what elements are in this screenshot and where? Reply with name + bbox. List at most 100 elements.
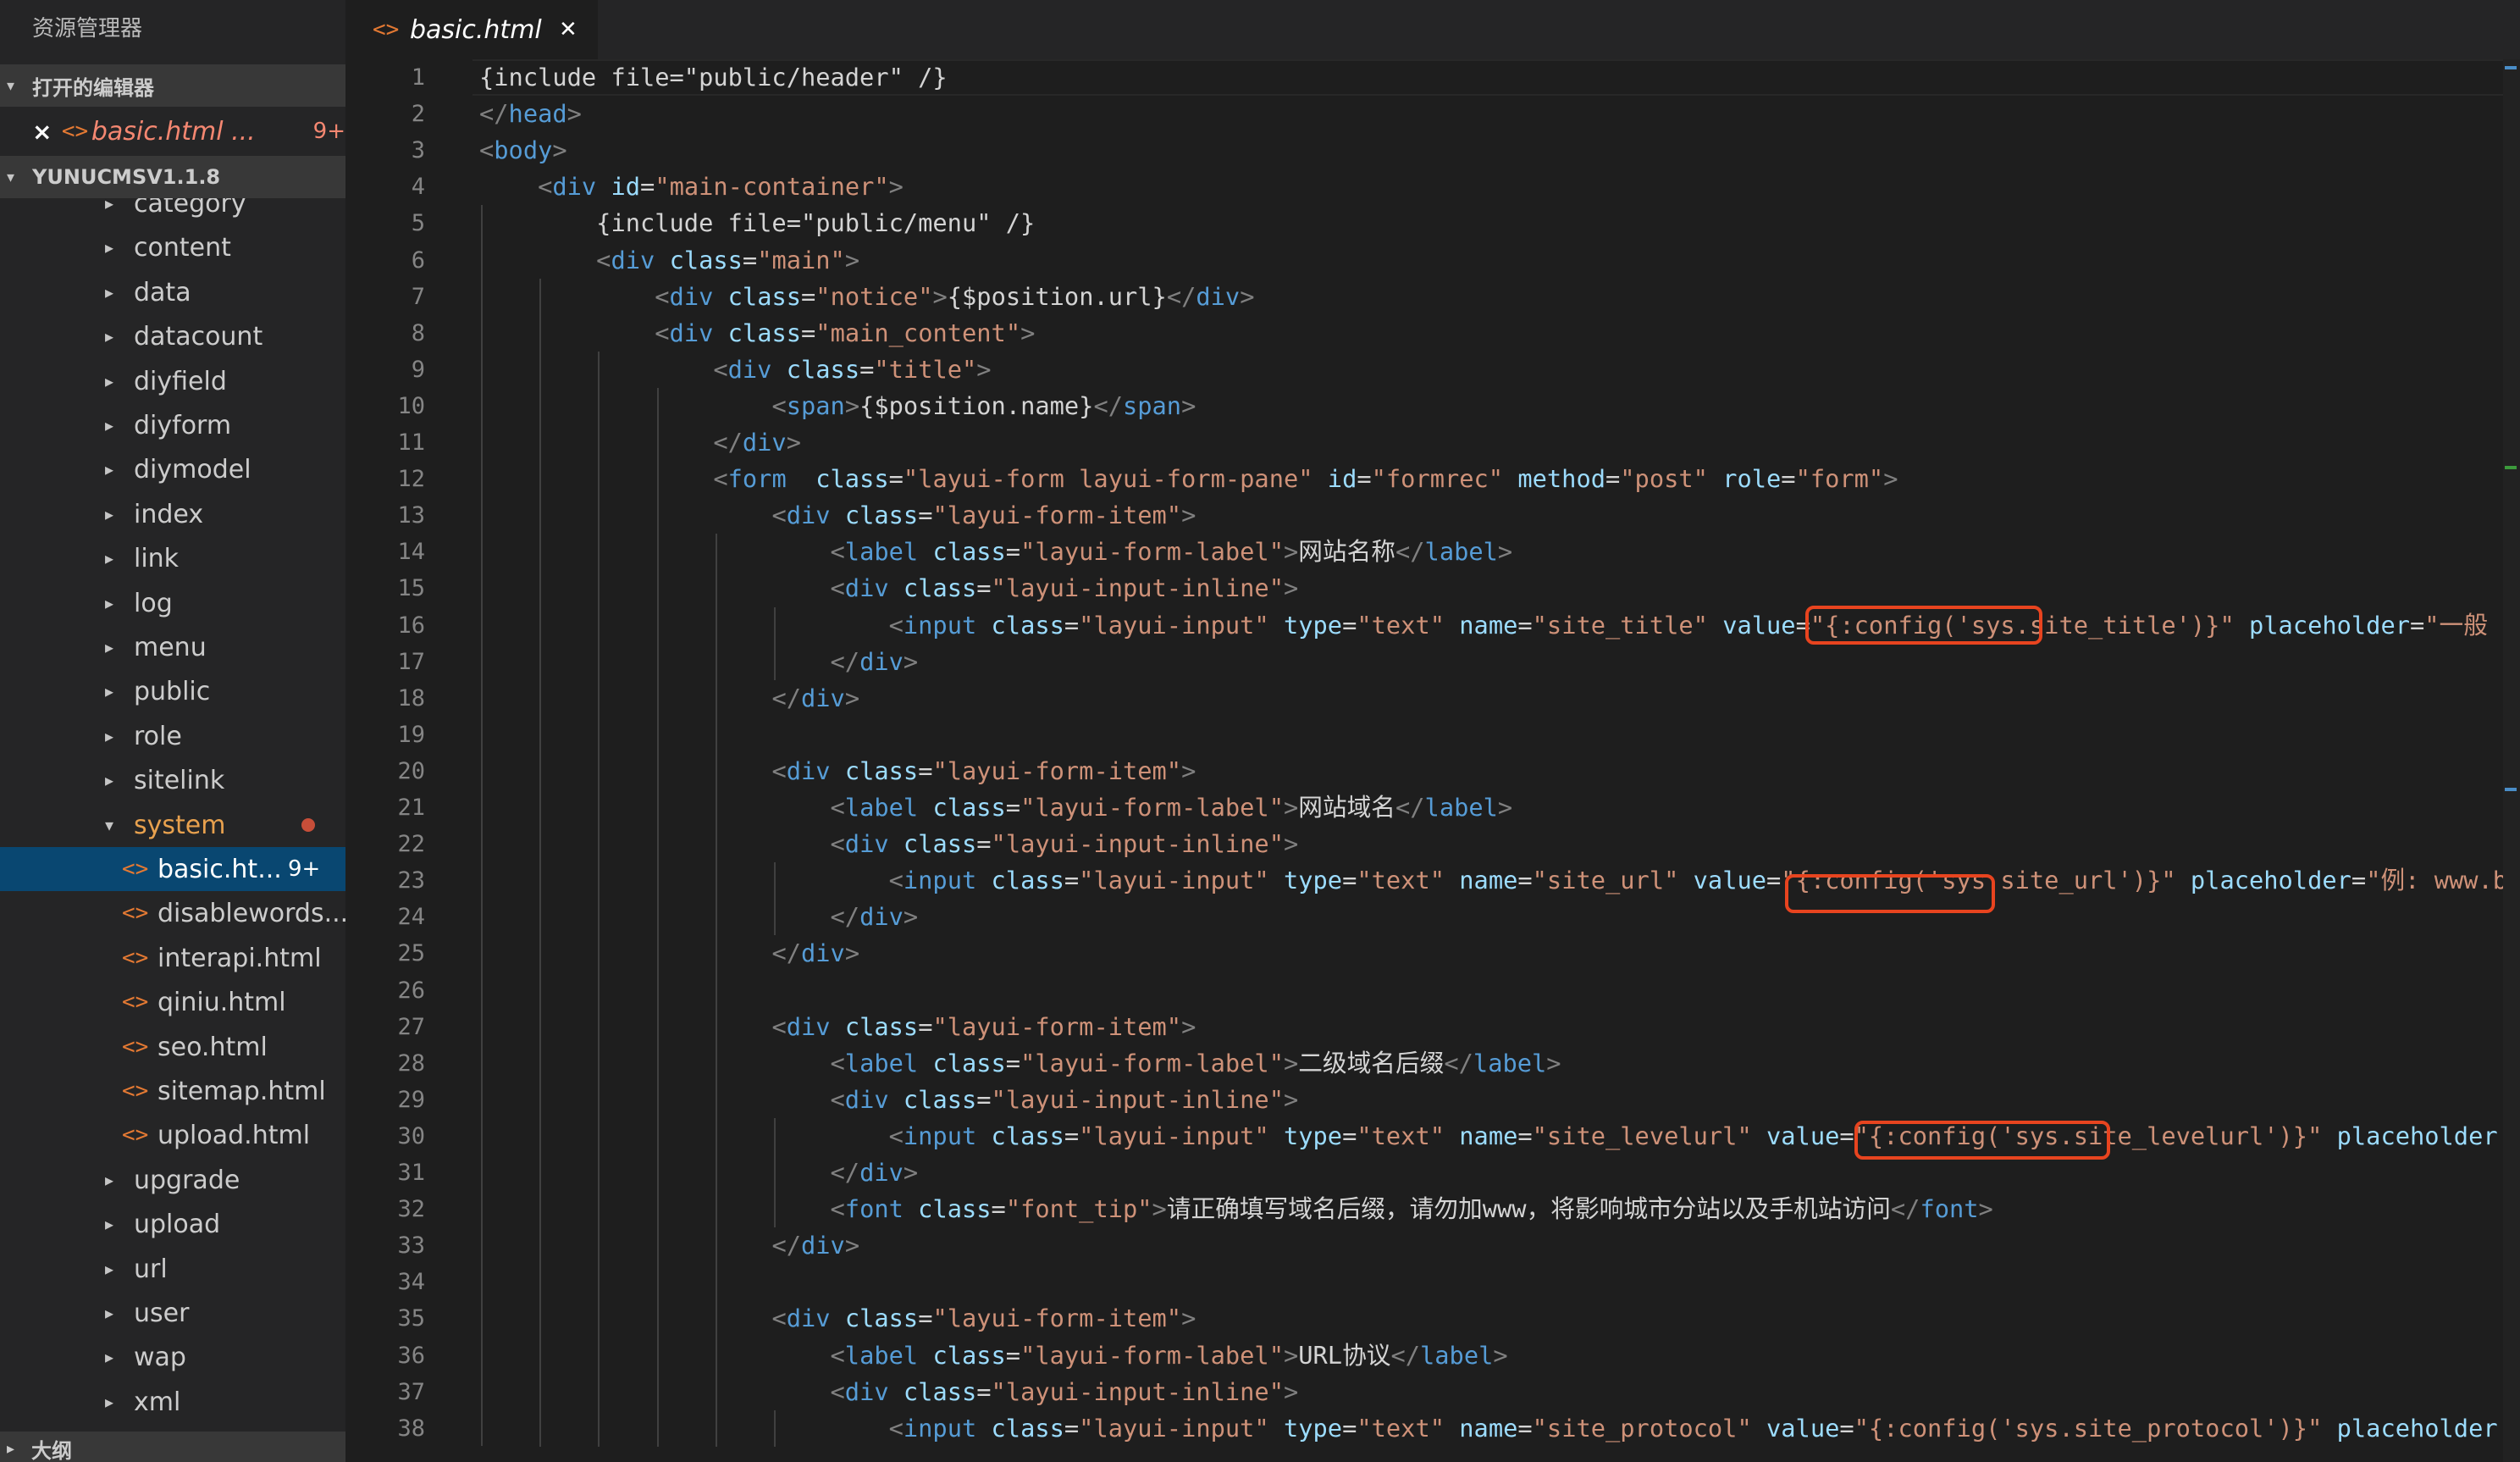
code-line[interactable]: 35 <div class="layui-form-item"> (345, 1300, 2520, 1337)
vertical-scrollbar[interactable] (2503, 59, 2520, 1462)
folder-item[interactable]: ▸ menu (0, 625, 345, 669)
chevron-right-icon: ▸ (105, 1259, 114, 1279)
file-item[interactable]: <> upload.html (0, 1113, 345, 1157)
chevron-right-icon: ▸ (105, 1214, 114, 1234)
tree-item-label: sitelink (134, 765, 225, 795)
code-text: </div> (830, 647, 919, 676)
code-line[interactable]: 36 <label class="layui-form-label">URL协议… (345, 1337, 2520, 1374)
html-file-icon: <> (373, 17, 400, 42)
folder-item[interactable]: ▸ url (0, 1247, 345, 1291)
file-item[interactable]: <> basic.ht... 9+ (0, 847, 345, 891)
folder-item[interactable]: ▸ diymodel (0, 447, 345, 491)
folder-item[interactable]: ▸ datacount (0, 314, 345, 358)
code-text: <input class="layui-input" type="text" n… (888, 866, 2508, 894)
code-line[interactable]: 15 <div class="layui-input-inline"> (345, 570, 2520, 606)
code-line[interactable]: 13 <div class="layui-form-item"> (345, 497, 2520, 534)
code-line[interactable]: 16 <input class="layui-input" type="text… (345, 607, 2520, 644)
folder-item[interactable]: ▸ link (0, 536, 345, 580)
close-icon[interactable]: ✕ (559, 17, 578, 42)
code-line[interactable]: 17 </div> (345, 644, 2520, 680)
code-line[interactable]: 7 <div class="notice">{$position.url}</d… (345, 279, 2520, 315)
file-item[interactable]: <> sitemap.html (0, 1069, 345, 1113)
code-line[interactable]: 33 </div> (345, 1227, 2520, 1264)
tree-item-label: link (134, 543, 180, 573)
chevron-right-icon: ▸ (105, 681, 114, 701)
code-line[interactable]: 22 <div class="layui-input-inline"> (345, 826, 2520, 862)
line-number: 12 (397, 466, 425, 492)
code-text: </div> (771, 684, 860, 712)
code-line[interactable]: 25 </div> (345, 935, 2520, 972)
code-line[interactable]: 20 <div class="layui-form-item"> (345, 753, 2520, 789)
chevron-right-icon: ▸ (105, 726, 114, 746)
tree-item-label: system (134, 810, 226, 840)
folder-item[interactable]: ▸ index (0, 492, 345, 536)
code-line[interactable]: 18 </div> (345, 680, 2520, 717)
line-number: 27 (397, 1014, 425, 1040)
code-text: </div> (713, 428, 801, 457)
code-line[interactable]: 12 <form class="layui-form layui-form-pa… (345, 461, 2520, 497)
folder-item[interactable]: ▸ data (0, 270, 345, 314)
code-line[interactable]: 37 <div class="layui-input-inline"> (345, 1374, 2520, 1410)
code-line[interactable]: 27 <div class="layui-form-item"> (345, 1009, 2520, 1045)
tree-item-label: menu (134, 632, 207, 662)
code-text: <div class="layui-form-item"> (771, 1304, 1196, 1332)
code-line[interactable]: 31 </div> (345, 1155, 2520, 1191)
code-line[interactable]: 6 <div class="main"> (345, 242, 2520, 279)
code-text: <div class="main"> (596, 246, 860, 274)
code-line[interactable]: 38 <input class="layui-input" type="text… (345, 1410, 2520, 1447)
code-line[interactable]: 11 </div> (345, 424, 2520, 461)
code-line[interactable]: 24 </div> (345, 899, 2520, 935)
html-file-icon: <> (122, 900, 149, 926)
code-line[interactable]: 26 (345, 972, 2520, 1009)
line-number: 21 (397, 795, 425, 821)
line-number: 33 (397, 1232, 425, 1259)
folder-item[interactable]: ▸ xml (0, 1380, 345, 1424)
folder-item[interactable]: ▸ diyfield (0, 359, 345, 403)
folder-item[interactable]: ▸ upload (0, 1202, 345, 1246)
folder-item[interactable]: ▸ content (0, 225, 345, 269)
file-item[interactable]: <> seo.html (0, 1025, 345, 1069)
code-line[interactable]: 14 <label class="layui-form-label">网站名称<… (345, 534, 2520, 570)
code-line[interactable]: 9 <div class="title"> (345, 352, 2520, 388)
code-line[interactable]: 2 </head> (345, 96, 2520, 132)
folder-item[interactable]: ▸ role (0, 714, 345, 758)
outline-header[interactable]: ▸ 大纲 (0, 1432, 345, 1462)
file-item[interactable]: <> interapi.html (0, 936, 345, 980)
code-line[interactable]: 34 (345, 1264, 2520, 1300)
code-line[interactable]: 3 <body> (345, 132, 2520, 169)
file-item[interactable]: <> qiniu.html (0, 980, 345, 1024)
code-line[interactable]: 19 (345, 717, 2520, 753)
tree-item-label: upload.html (158, 1120, 311, 1150)
folder-item[interactable]: ▸ log (0, 581, 345, 625)
code-line[interactable]: 28 <label class="layui-form-label">二级域名后… (345, 1045, 2520, 1082)
folder-item[interactable]: ▸ sitelink (0, 758, 345, 802)
code-line[interactable]: 10 <span>{$position.name}</span> (345, 388, 2520, 424)
folder-item[interactable]: ▾ system (0, 803, 345, 847)
chevron-right-icon: ▸ (105, 459, 114, 479)
line-number: 25 (397, 940, 425, 966)
code-line[interactable]: 5 {include file="public/menu" /} (345, 205, 2520, 241)
code-line[interactable]: 30 <input class="layui-input" type="text… (345, 1118, 2520, 1155)
code-line[interactable]: 23 <input class="layui-input" type="text… (345, 862, 2520, 899)
chevron-right-icon: ▸ (105, 1170, 114, 1190)
code-line[interactable]: 32 <font class="font_tip">请正确填写域名后缀，请勿加w… (345, 1191, 2520, 1227)
folder-item[interactable]: ▸ wap (0, 1335, 345, 1379)
line-number: 11 (397, 429, 425, 456)
tree-item-label: data (134, 277, 191, 307)
code-line[interactable]: 8 <div class="main_content"> (345, 315, 2520, 352)
file-item[interactable]: <> disablewords... (0, 891, 345, 935)
folder-item[interactable]: ▸ upgrade (0, 1158, 345, 1202)
folder-item[interactable]: ▸ diyform (0, 403, 345, 447)
code-text: </div> (771, 1231, 860, 1260)
folder-item[interactable]: ▸ user (0, 1291, 345, 1335)
line-number: 7 (411, 284, 425, 310)
folder-item[interactable]: ▸ public (0, 669, 345, 713)
tab-basic-html[interactable]: <> basic.html ✕ (345, 0, 598, 59)
project-header[interactable]: ▾ YUNUCMSV1.1.8 (0, 156, 345, 198)
code-line[interactable]: 4 <div id="main-container"> (345, 169, 2520, 205)
line-number: 37 (397, 1379, 425, 1405)
code-line[interactable]: 29 <div class="layui-input-inline"> (345, 1082, 2520, 1118)
code-line[interactable]: 21 <label class="layui-form-label">网站域名<… (345, 789, 2520, 826)
code-line[interactable]: 1 {include file="public/header" /} (345, 59, 2520, 96)
code-editor[interactable]: 1 {include file="public/header" /} 2 </head… (345, 59, 2520, 1462)
